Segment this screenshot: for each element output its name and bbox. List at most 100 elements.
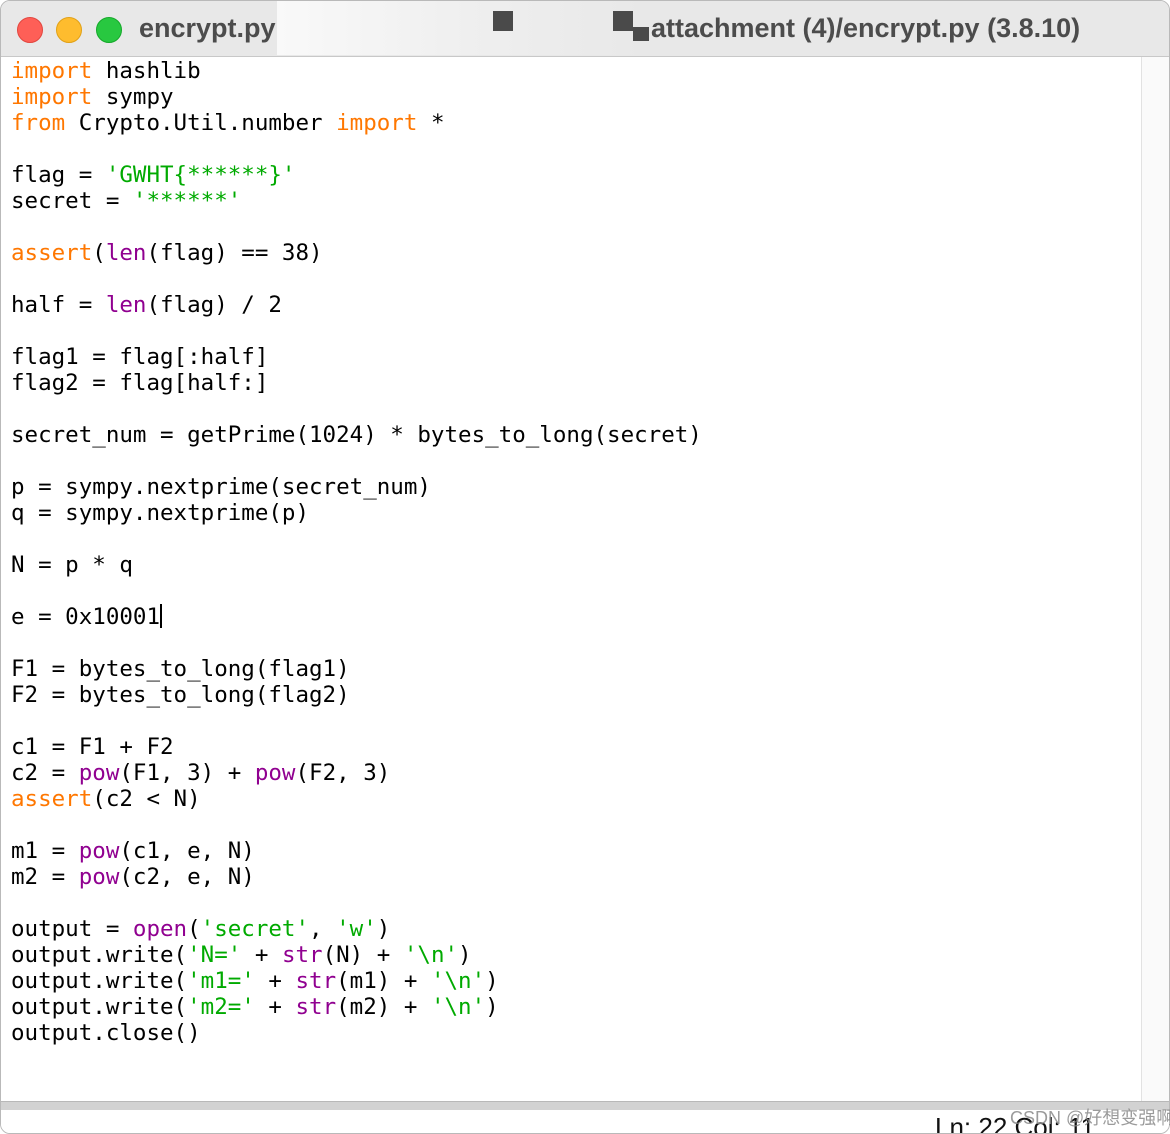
code-line[interactable] xyxy=(11,318,702,344)
code-line[interactable]: half = len(flag) / 2 xyxy=(11,292,702,318)
code-token: (c2, e, N) xyxy=(119,864,255,890)
code-line[interactable]: output.close() xyxy=(11,1020,702,1046)
code-line[interactable] xyxy=(11,708,702,734)
window-title-filename: encrypt.py xyxy=(139,13,276,43)
code-token: ( xyxy=(187,916,201,942)
code-token: + xyxy=(241,942,282,968)
code-token: (N) + xyxy=(322,942,404,968)
string-token: 'm2=' xyxy=(187,994,255,1020)
code-token: output.write( xyxy=(11,968,188,994)
code-token: sympy xyxy=(92,84,174,110)
code-line[interactable]: import hashlib xyxy=(11,58,702,84)
code-editor[interactable]: import hashlib import sympy from Crypto.Ut… xyxy=(1,57,1141,1101)
code-token: ) xyxy=(485,994,499,1020)
string-token: 'N=' xyxy=(187,942,242,968)
code-token: ) xyxy=(485,968,499,994)
code-line[interactable]: e = 0x10001 xyxy=(11,604,702,630)
code-token: N = p * q xyxy=(11,552,133,578)
code-line[interactable]: secret = '******' xyxy=(11,188,702,214)
code-line[interactable]: flag = 'GWHT{******}' xyxy=(11,162,702,188)
keyword-token: assert xyxy=(11,786,93,812)
code-line[interactable] xyxy=(11,214,702,240)
code-token: output.close() xyxy=(11,1020,201,1046)
window-title-path: attachment (4)/encrypt.py (3.8.10) xyxy=(651,13,1081,43)
code-token: F1 = bytes_to_long(flag1) xyxy=(11,656,350,682)
code-token: p = sympy.nextprime(secret_num) xyxy=(11,474,431,500)
code-token: + xyxy=(254,968,296,994)
code-line[interactable] xyxy=(11,812,702,838)
string-token: 'w' xyxy=(336,916,377,942)
vertical-scrollbar[interactable] xyxy=(1141,57,1169,1101)
code-line[interactable] xyxy=(11,266,702,292)
code-token: ) xyxy=(376,916,391,942)
code-token: m2 = xyxy=(11,864,79,890)
builtin-token: pow xyxy=(78,864,120,890)
builtin-token: pow xyxy=(78,838,120,864)
code-line[interactable]: N = p * q xyxy=(11,552,702,578)
code-token: output.write( xyxy=(11,942,188,968)
code-line[interactable]: from Crypto.Util.number import * xyxy=(11,110,702,136)
code-line[interactable]: p = sympy.nextprime(secret_num) xyxy=(11,474,702,500)
code-token: flag = xyxy=(11,162,106,188)
builtin-token: pow xyxy=(254,760,296,786)
code-token: (F2, 3) xyxy=(295,760,391,786)
zoom-window-button[interactable] xyxy=(96,17,122,43)
code-line[interactable] xyxy=(11,526,702,552)
code-token: (F1, 3) + xyxy=(119,760,255,786)
code-line[interactable]: flag2 = flag[half:] xyxy=(11,370,702,396)
title-bar[interactable]: encrypt.py attachment (4)/encrypt.py (3.… xyxy=(1,1,1169,57)
redaction-mark xyxy=(493,11,513,31)
code-line[interactable] xyxy=(11,448,702,474)
string-token: 'GWHT{******}' xyxy=(105,162,296,188)
code-line[interactable] xyxy=(11,890,702,916)
builtin-token: str xyxy=(295,968,337,994)
code-token: * xyxy=(417,110,445,136)
code-line[interactable] xyxy=(11,578,702,604)
redaction-mark xyxy=(613,11,633,31)
code-token: secret = xyxy=(11,188,133,214)
code-line[interactable]: output.write('N=' + str(N) + '\n') xyxy=(11,942,702,968)
code-line[interactable]: secret_num = getPrime(1024) * bytes_to_l… xyxy=(11,422,702,448)
string-token: '\n' xyxy=(403,942,459,968)
code-line[interactable]: assert(c2 < N) xyxy=(11,786,702,812)
builtin-token: len xyxy=(105,292,147,318)
code-line[interactable] xyxy=(11,396,702,422)
close-window-button[interactable] xyxy=(17,17,43,43)
code-line[interactable]: m1 = pow(c1, e, N) xyxy=(11,838,702,864)
code-line[interactable]: import sympy xyxy=(11,84,702,110)
code-line[interactable] xyxy=(11,136,702,162)
string-token: '******' xyxy=(132,188,242,214)
code-token: output = xyxy=(11,916,133,942)
code-line[interactable]: m2 = pow(c2, e, N) xyxy=(11,864,702,890)
redacted-path-region xyxy=(277,1,649,55)
minimize-window-button[interactable] xyxy=(56,17,82,43)
code-token: (c2 < N) xyxy=(92,786,201,812)
code-line[interactable]: q = sympy.nextprime(p) xyxy=(11,500,702,526)
code-line[interactable]: output = open('secret', 'w') xyxy=(11,916,702,942)
code-line[interactable] xyxy=(11,630,702,656)
code-token: + xyxy=(254,994,296,1020)
string-token: '\n' xyxy=(430,994,486,1020)
watermark: CSDN @好想变强啊 xyxy=(1010,1108,1170,1128)
string-token: 'm1=' xyxy=(187,968,255,994)
code-token: c2 = xyxy=(11,760,79,786)
keyword-token: from xyxy=(11,110,66,136)
keyword-token: import xyxy=(336,110,418,136)
keyword-token: assert xyxy=(11,240,93,266)
code-line[interactable]: c2 = pow(F1, 3) + pow(F2, 3) xyxy=(11,760,702,786)
code-line[interactable]: c1 = F1 + F2 xyxy=(11,734,702,760)
horizontal-divider xyxy=(1,1101,1169,1110)
code-token: ( xyxy=(92,240,106,266)
string-token: 'secret' xyxy=(200,916,310,942)
code-line[interactable]: output.write('m2=' + str(m2) + '\n') xyxy=(11,994,702,1020)
builtin-token: open xyxy=(132,916,188,942)
status-bar: Ln: 22 Col: 11 xyxy=(1,1110,1169,1133)
keyword-token: import xyxy=(11,84,93,110)
code-token: (flag) == 38) xyxy=(146,240,323,266)
code-line[interactable]: F1 = bytes_to_long(flag1) xyxy=(11,656,702,682)
code-line[interactable]: F2 = bytes_to_long(flag2) xyxy=(11,682,702,708)
code-line[interactable]: output.write('m1=' + str(m1) + '\n') xyxy=(11,968,702,994)
code-text[interactable]: import hashlib import sympy from Crypto.Ut… xyxy=(11,58,702,1046)
code-line[interactable]: assert(len(flag) == 38) xyxy=(11,240,702,266)
code-line[interactable]: flag1 = flag[:half] xyxy=(11,344,702,370)
